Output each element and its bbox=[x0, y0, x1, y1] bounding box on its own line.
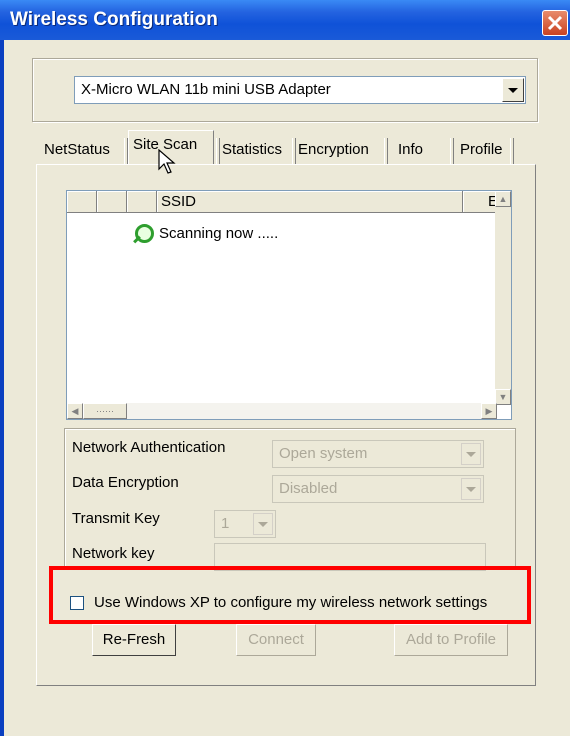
adapter-dropdown[interactable]: X-Micro WLAN 11b mini USB Adapter bbox=[74, 76, 526, 104]
transmit-key-label: Transmit Key bbox=[72, 510, 160, 527]
tab-divider bbox=[510, 138, 514, 164]
add-to-profile-button[interactable]: Add to Profile bbox=[394, 624, 508, 656]
transmit-key-value: 1 bbox=[221, 515, 230, 532]
network-list[interactable]: SSID E Scanning now ..... ▲ ▼ ◀ ⋯⋯ ▶ bbox=[66, 190, 512, 420]
use-xp-label[interactable]: Use Windows XP to configure my wireless … bbox=[94, 594, 487, 611]
chevron-down-icon bbox=[253, 513, 273, 535]
chevron-down-icon[interactable] bbox=[502, 78, 524, 102]
window-border bbox=[0, 40, 4, 736]
auth-value: Open system bbox=[279, 445, 368, 462]
use-xp-checkbox[interactable] bbox=[70, 596, 84, 610]
column-header-ssid[interactable]: SSID bbox=[157, 191, 463, 213]
network-key-label: Network key bbox=[72, 545, 155, 562]
column-header[interactable] bbox=[127, 191, 157, 213]
scroll-right-button[interactable]: ▶ bbox=[481, 403, 497, 419]
tab-divider bbox=[292, 138, 296, 164]
tab-divider bbox=[450, 138, 454, 164]
auth-label: Network Authentication bbox=[72, 439, 226, 456]
encryption-value: Disabled bbox=[279, 480, 338, 497]
horizontal-scrollbar[interactable]: ◀ ⋯⋯ ▶ bbox=[67, 403, 497, 419]
transmit-key-dropdown[interactable]: 1 bbox=[214, 510, 276, 538]
scan-status-row: Scanning now ..... bbox=[135, 224, 279, 243]
chevron-down-icon bbox=[461, 443, 481, 465]
scan-status: Scanning now ..... bbox=[159, 225, 279, 242]
tab-divider bbox=[384, 138, 388, 164]
connect-button[interactable]: Connect bbox=[236, 624, 316, 656]
refresh-button[interactable]: Re-Fresh bbox=[92, 624, 176, 656]
mouse-cursor-icon bbox=[158, 149, 176, 174]
title-bar: Wireless Configuration bbox=[0, 0, 570, 40]
column-header[interactable] bbox=[97, 191, 127, 213]
vertical-scrollbar[interactable]: ▲ ▼ bbox=[495, 191, 511, 405]
search-icon bbox=[135, 224, 154, 243]
auth-dropdown[interactable]: Open system bbox=[272, 440, 484, 468]
close-icon bbox=[547, 15, 563, 31]
scroll-up-button[interactable]: ▲ bbox=[495, 191, 511, 207]
encryption-dropdown[interactable]: Disabled bbox=[272, 475, 484, 503]
chevron-down-icon bbox=[461, 478, 481, 500]
list-header: SSID E bbox=[67, 191, 503, 213]
window-title: Wireless Configuration bbox=[10, 9, 218, 30]
scroll-left-button[interactable]: ◀ bbox=[67, 403, 83, 419]
close-button[interactable] bbox=[542, 10, 568, 36]
scroll-down-button[interactable]: ▼ bbox=[495, 389, 511, 405]
adapter-value: X-Micro WLAN 11b mini USB Adapter bbox=[81, 81, 331, 98]
tab-divider bbox=[216, 138, 220, 164]
column-header[interactable] bbox=[67, 191, 97, 213]
scroll-thumb[interactable]: ⋯⋯ bbox=[83, 403, 127, 419]
encryption-label: Data Encryption bbox=[72, 474, 179, 491]
